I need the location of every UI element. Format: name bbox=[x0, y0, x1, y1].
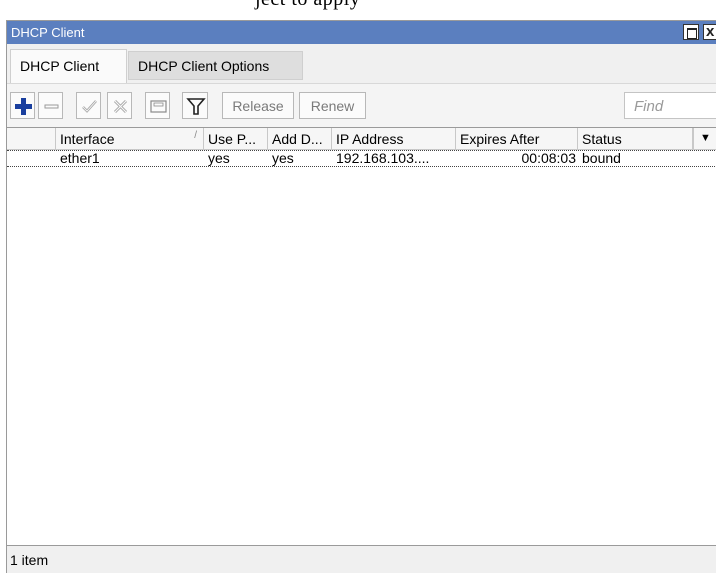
renew-button[interactable]: Renew bbox=[299, 92, 366, 119]
cell-status: bound bbox=[582, 151, 621, 166]
toolbar: Release Renew Find bbox=[7, 83, 716, 127]
cell-expires-after: 00:08:03 bbox=[521, 151, 577, 166]
column-header-status[interactable]: Status bbox=[578, 128, 693, 150]
filter-icon bbox=[186, 98, 206, 115]
remove-icon bbox=[44, 104, 59, 109]
enable-icon bbox=[82, 100, 97, 113]
add-icon bbox=[15, 98, 32, 115]
tab-bar: DHCP Client DHCP Client Options bbox=[7, 44, 716, 83]
table-row[interactable]: ether1 yes yes 192.168.103.... 00:08:03 … bbox=[7, 150, 716, 167]
column-header-interface[interactable]: Interface / bbox=[56, 128, 204, 150]
column-header-expires-after[interactable]: Expires After bbox=[456, 128, 578, 150]
column-header-label: Interface bbox=[60, 131, 115, 147]
cell-interface: ether1 bbox=[60, 151, 100, 166]
comment-button[interactable] bbox=[145, 92, 170, 119]
release-button[interactable]: Release bbox=[222, 92, 294, 119]
add-button[interactable] bbox=[10, 92, 35, 119]
column-header-use-peer-dns[interactable]: Use P... bbox=[204, 128, 268, 150]
document-text: ject to apply bbox=[255, 0, 360, 11]
dhcp-client-table: Interface / Use P... Add D... IP Address… bbox=[7, 127, 716, 545]
cell-add-default-route: yes bbox=[272, 151, 294, 166]
comment-icon bbox=[150, 100, 167, 113]
window-titlebar[interactable]: DHCP Client x bbox=[7, 21, 716, 44]
column-header-add-default-route[interactable]: Add D... bbox=[268, 128, 332, 150]
maximize-icon[interactable] bbox=[683, 24, 699, 40]
column-header-flags[interactable] bbox=[7, 128, 56, 150]
disable-icon bbox=[113, 99, 128, 114]
filter-button[interactable] bbox=[182, 92, 208, 119]
find-input[interactable]: Find bbox=[624, 92, 716, 119]
column-menu-icon[interactable]: ▼ bbox=[693, 128, 716, 150]
tab-dhcp-client[interactable]: DHCP Client bbox=[10, 49, 127, 83]
item-count: 1 item bbox=[10, 552, 49, 568]
status-bar: 1 item bbox=[7, 545, 716, 573]
remove-button[interactable] bbox=[38, 92, 63, 119]
window-title: DHCP Client bbox=[11, 25, 85, 40]
cell-use-peer-dns: yes bbox=[208, 151, 230, 166]
enable-button[interactable] bbox=[76, 92, 101, 119]
document-partial-text: ject to apply bbox=[0, 0, 716, 22]
column-header-ip-address[interactable]: IP Address bbox=[332, 128, 456, 150]
find-placeholder: Find bbox=[634, 98, 664, 115]
sort-indicator: / bbox=[194, 130, 197, 141]
dhcp-client-window: DHCP Client x DHCP Client DHCP Client Op… bbox=[6, 20, 716, 573]
close-icon[interactable]: x bbox=[703, 24, 716, 40]
disable-button[interactable] bbox=[107, 92, 132, 119]
cell-ip-address: 192.168.103.... bbox=[336, 151, 430, 166]
tab-dhcp-client-options[interactable]: DHCP Client Options bbox=[128, 51, 303, 80]
table-header: Interface / Use P... Add D... IP Address… bbox=[7, 128, 716, 150]
